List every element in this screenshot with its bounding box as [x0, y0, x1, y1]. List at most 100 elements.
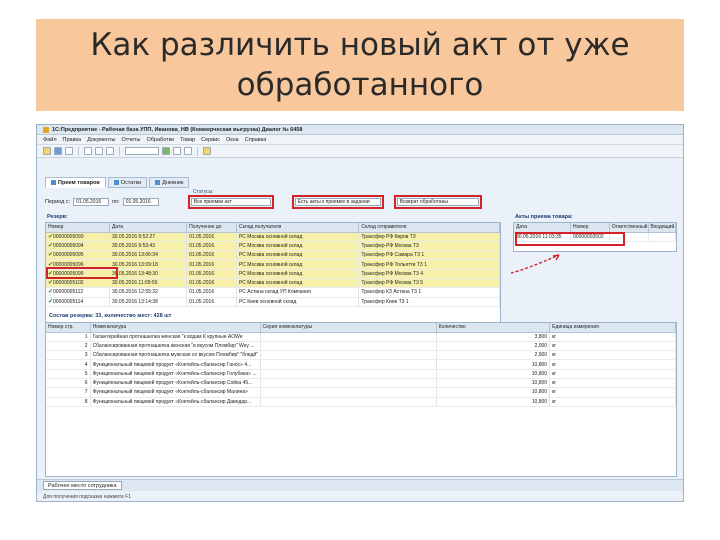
doc-from-cell: Трансфер РФ Москва Т3: [358, 241, 500, 252]
open-icon[interactable]: [54, 147, 62, 155]
table-row[interactable]: ✔00000005094 30.05.2016 9:53:43 01.05.2016…: [46, 241, 500, 252]
line-number-cell: 7: [46, 387, 91, 398]
line-item-cell: Функциональный пищевой продукт «Коктейль…: [90, 397, 261, 407]
doc-number-text: 00000005112: [53, 289, 84, 296]
menu-service[interactable]: Сервис: [201, 137, 220, 143]
search-combo[interactable]: [125, 147, 159, 155]
cut-icon[interactable]: [84, 147, 92, 155]
new-document-icon[interactable]: [43, 147, 51, 155]
menu-reports[interactable]: Отчеты: [121, 137, 140, 143]
table-row[interactable]: ✔00000005095 30.05.2016 13:06:34 01.05.201…: [46, 250, 500, 261]
menu-windows[interactable]: Окна: [226, 137, 239, 143]
menu-goods[interactable]: Товар: [180, 137, 195, 143]
title-bar: 1С:Предприятие - Рабочая база УПП, Ивано…: [37, 125, 683, 135]
column-header[interactable]: Дата: [109, 223, 188, 233]
table-row[interactable]: ✔00000005112 30.05.2016 12:55:32 01.05.201…: [46, 287, 500, 298]
column-header[interactable]: Единица измерения: [549, 323, 676, 333]
table-row[interactable]: ✔00000005102 30.05.2016 11:09:56 01.05.201…: [46, 278, 500, 289]
column-header[interactable]: Получение до: [186, 223, 237, 233]
column-header[interactable]: Склад отправителя: [358, 223, 500, 233]
line-qty-cell: 10,800: [436, 359, 551, 370]
doc-number-cell: ✔00000005094: [46, 241, 110, 252]
help-icon[interactable]: [203, 147, 211, 155]
toolbar-divider: [119, 146, 120, 156]
app-logo-icon: [43, 126, 49, 133]
doc-to-cell: РС Москва основной склад: [236, 232, 360, 242]
column-header[interactable]: Количество: [436, 323, 551, 333]
doc-due-cell: 01.05.2016: [186, 232, 237, 242]
line-unit-cell: кг: [549, 397, 676, 407]
table-row[interactable]: ✔00000005114 30.05.2016 13:14:38 01.05.201…: [46, 297, 500, 307]
table-header: Номер стр. Номенклатура Серия номенклату…: [46, 323, 676, 333]
column-header[interactable]: Склад получателя: [236, 223, 360, 233]
line-item-cell: Функциональный пищевой продукт «Коктейль…: [90, 359, 261, 370]
table-row[interactable]: 6 Функциональный пищевой продукт «Коктейл…: [46, 378, 676, 389]
doc-number-cell: ✔00000005095: [46, 250, 110, 261]
tab-goods-receipt[interactable]: Прием товаров: [45, 177, 106, 188]
save-icon[interactable]: [65, 147, 73, 155]
line-series-cell: [260, 397, 437, 407]
tab-journal[interactable]: Дневник: [149, 177, 190, 188]
calendar-icon[interactable]: [184, 147, 192, 155]
doc-number-cell: ✔00000005093: [46, 232, 110, 242]
column-header[interactable]: Входящий: [648, 223, 677, 233]
goods-receipt-icon: [51, 180, 56, 185]
doc-date-cell: 30.05.2016 13:09:18: [109, 259, 188, 270]
line-number-cell: 5: [46, 369, 91, 380]
period-label: Период с:: [45, 199, 71, 205]
find-icon[interactable]: [162, 147, 170, 155]
table-row[interactable]: 4 Функциональный пищевой продукт «Коктейл…: [46, 359, 676, 370]
line-item-cell: Галантерейная протнашелка женская "к вод…: [90, 332, 261, 342]
menu-processing[interactable]: Обработки: [147, 137, 175, 143]
tab-label: Остатки: [120, 179, 142, 186]
line-unit-cell: кг: [549, 341, 676, 352]
taskbar-item[interactable]: Рабочее место сотрудника: [43, 481, 122, 490]
calculator-icon[interactable]: [173, 147, 181, 155]
tab-label: Дневник: [162, 179, 184, 186]
doc-due-cell: 01.05.2016: [186, 241, 237, 252]
table-row[interactable]: 3 Сбалансированная протнашелка мужская со…: [46, 350, 676, 361]
menu-bar: Файл Правка Документы Отчеты Обработки Т…: [37, 135, 683, 145]
menu-edit[interactable]: Правка: [63, 137, 82, 143]
status-processed-field[interactable]: Возврат обработаны: [393, 195, 482, 209]
column-header[interactable]: Номер стр.: [46, 323, 91, 333]
column-header[interactable]: Номер: [570, 223, 610, 233]
tab-balances[interactable]: Остатки: [107, 177, 148, 188]
table-row[interactable]: 7 Функциональный пищевой продукт «Коктейл…: [46, 387, 676, 398]
table-row[interactable]: 1 Галантерейная протнашелка женская "к во…: [46, 332, 676, 342]
status-all-field[interactable]: Все приемки акт: [187, 195, 274, 209]
menu-file[interactable]: Файл: [43, 137, 57, 143]
doc-due-cell: 01.05.2016: [186, 297, 237, 307]
acts-section-label: Акты приема товара:: [515, 214, 573, 220]
column-header[interactable]: Серия номенклатуры: [260, 323, 437, 333]
tab-strip: Прием товаров Остатки Дневник: [45, 177, 190, 188]
table-row[interactable]: 5 Функциональный пищевой продукт «Коктейл…: [46, 369, 676, 380]
menu-help[interactable]: Справка: [245, 137, 267, 143]
filter-row: Период с: 01.05.2016 по: 01.05.2016 Все …: [45, 195, 675, 209]
line-number-cell: 6: [46, 378, 91, 389]
doc-from-cell: Трансфер РФ Киров Т3: [358, 232, 500, 242]
doc-from-cell: Трансфер КЗ Астана Т3 1: [358, 287, 500, 298]
table-row[interactable]: ✔00000005093 30.05.2016 9:52:27 01.05.2016…: [46, 232, 500, 242]
column-header[interactable]: Дата: [514, 223, 572, 233]
copy-icon[interactable]: [95, 147, 103, 155]
table-row[interactable]: 2 Сбалансированная протнашелка женская "в…: [46, 341, 676, 352]
doc-from-cell: Трансфер РФ Самара Т3 1: [358, 250, 500, 261]
table-row[interactable]: 8 Функциональный пищевой продукт «Коктейл…: [46, 397, 676, 407]
status-waiting-field[interactable]: Есть акты к приемке в задании: [291, 195, 384, 209]
date-to-field[interactable]: 01.05.2016: [122, 198, 159, 206]
line-unit-cell: кг: [549, 378, 676, 389]
doc-number-text: 00000005094: [53, 242, 84, 249]
doc-from-cell: Трансфер Киев Т3 1: [358, 297, 500, 307]
act-highlight-frame: [515, 232, 625, 246]
column-header[interactable]: Номенклатура: [90, 323, 261, 333]
line-item-cell: Функциональный пищевой продукт «Коктейль…: [90, 378, 261, 389]
date-from-field[interactable]: 01.05.2016: [73, 198, 110, 206]
doc-number-cell: ✔00000005112: [46, 287, 110, 298]
doc-to-cell: РС Киев основной склад: [236, 297, 360, 307]
column-header[interactable]: Ответственный: [609, 223, 649, 233]
menu-documents[interactable]: Документы: [87, 137, 115, 143]
line-qty-cell: 10,800: [436, 369, 551, 380]
paste-icon[interactable]: [106, 147, 114, 155]
column-header[interactable]: Номер: [46, 223, 110, 233]
